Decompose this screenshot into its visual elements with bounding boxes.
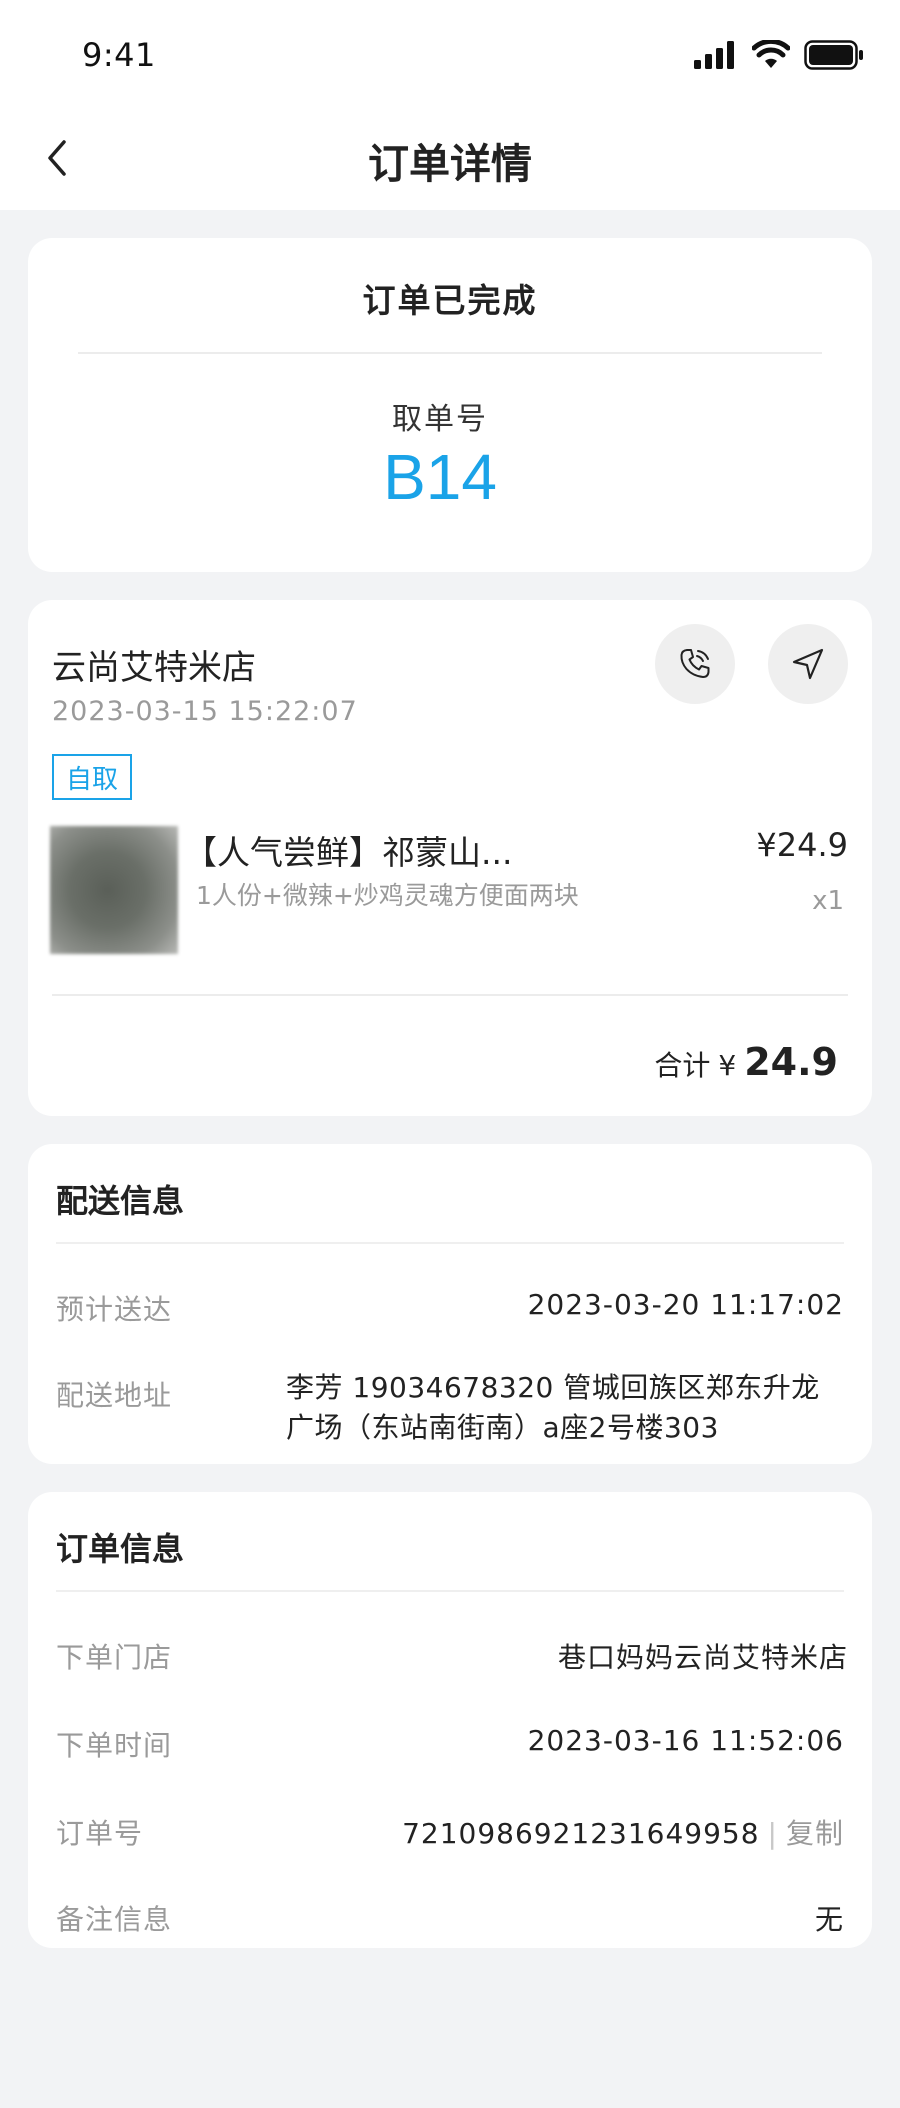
divider — [56, 1590, 844, 1592]
pickup-label: 取单号 — [392, 402, 488, 437]
remark-label: 备注信息 — [56, 1903, 173, 1936]
product-quantity: x1 — [812, 886, 844, 916]
total-amount: 24.9 — [744, 1040, 838, 1084]
product-price: ¥24.9 — [756, 826, 848, 864]
divider — [56, 1242, 844, 1244]
navigation-arrow-icon — [792, 648, 824, 680]
address-value: 李芳 19034678320 管城回族区郑东升龙广场（东站南街南）a座2号楼30… — [286, 1371, 820, 1444]
order-info-card: 订单信息 下单门店 巷口妈妈云尚艾特米店 下单时间 2023-03-16 11:… — [28, 1492, 872, 1948]
order-time-value: 2023-03-16 11:52:06 — [527, 1724, 844, 1757]
status-icons — [694, 40, 864, 70]
app-header: 9:41 订单详情 — [0, 0, 900, 210]
store-card: 云尚艾特米店 2023-03-15 15:22:07 自取 【人气尝鲜】祁蒙山.… — [28, 600, 872, 1116]
order-timestamp: 2023-03-15 15:22:07 — [52, 696, 358, 727]
navigate-button[interactable] — [768, 624, 848, 704]
divider — [78, 352, 822, 354]
total-label: 合计 — [654, 1049, 711, 1082]
page-title: 订单详情 — [368, 140, 532, 188]
address-label: 配送地址 — [56, 1379, 173, 1412]
order-number-label: 订单号 — [56, 1817, 144, 1850]
product-description: 1人份+微辣+炒鸡灵魂方便面两块 — [196, 881, 579, 910]
eta-label: 预计送达 — [56, 1293, 173, 1326]
copy-separator: | — [767, 1817, 778, 1850]
signal-icon — [694, 41, 734, 69]
phone-icon — [680, 649, 710, 678]
copy-button[interactable]: 复制 — [786, 1817, 844, 1850]
divider — [52, 994, 848, 996]
battery-icon — [804, 40, 863, 70]
wifi-icon — [752, 40, 790, 68]
order-store-label: 下单门店 — [56, 1641, 173, 1674]
order-status-card: 订单已完成 取单号 B14 — [28, 238, 872, 572]
call-store-button[interactable] — [655, 624, 735, 704]
product-thumbnail[interactable] — [50, 826, 178, 954]
product-name: 【人气尝鲜】祁蒙山... — [184, 833, 513, 872]
order-total: 合计 ¥ 24.9 — [654, 1040, 838, 1084]
order-time-label: 下单时间 — [56, 1729, 173, 1762]
total-currency: ¥ — [718, 1049, 737, 1082]
section-title: 配送信息 — [56, 1182, 185, 1220]
delivery-info-card: 配送信息 预计送达 2023-03-20 11:17:02 配送地址 李芳 19… — [28, 1144, 872, 1464]
status-time: 9:41 — [82, 36, 156, 74]
order-status-text: 订单已完成 — [362, 281, 538, 320]
store-name: 云尚艾特米店 — [52, 648, 256, 688]
order-number-row: 7210986921231649958 | 复制 — [402, 1812, 844, 1852]
order-store-value: 巷口妈妈云尚艾特米店 — [557, 1641, 848, 1674]
remark-value: 无 — [814, 1903, 844, 1936]
pickup-tag: 自取 — [52, 754, 132, 800]
order-number-value: 7210986921231649958 — [402, 1817, 760, 1850]
section-title: 订单信息 — [56, 1530, 185, 1568]
eta-value: 2023-03-20 11:17:02 — [527, 1288, 844, 1321]
pickup-number: B14 — [383, 441, 497, 513]
